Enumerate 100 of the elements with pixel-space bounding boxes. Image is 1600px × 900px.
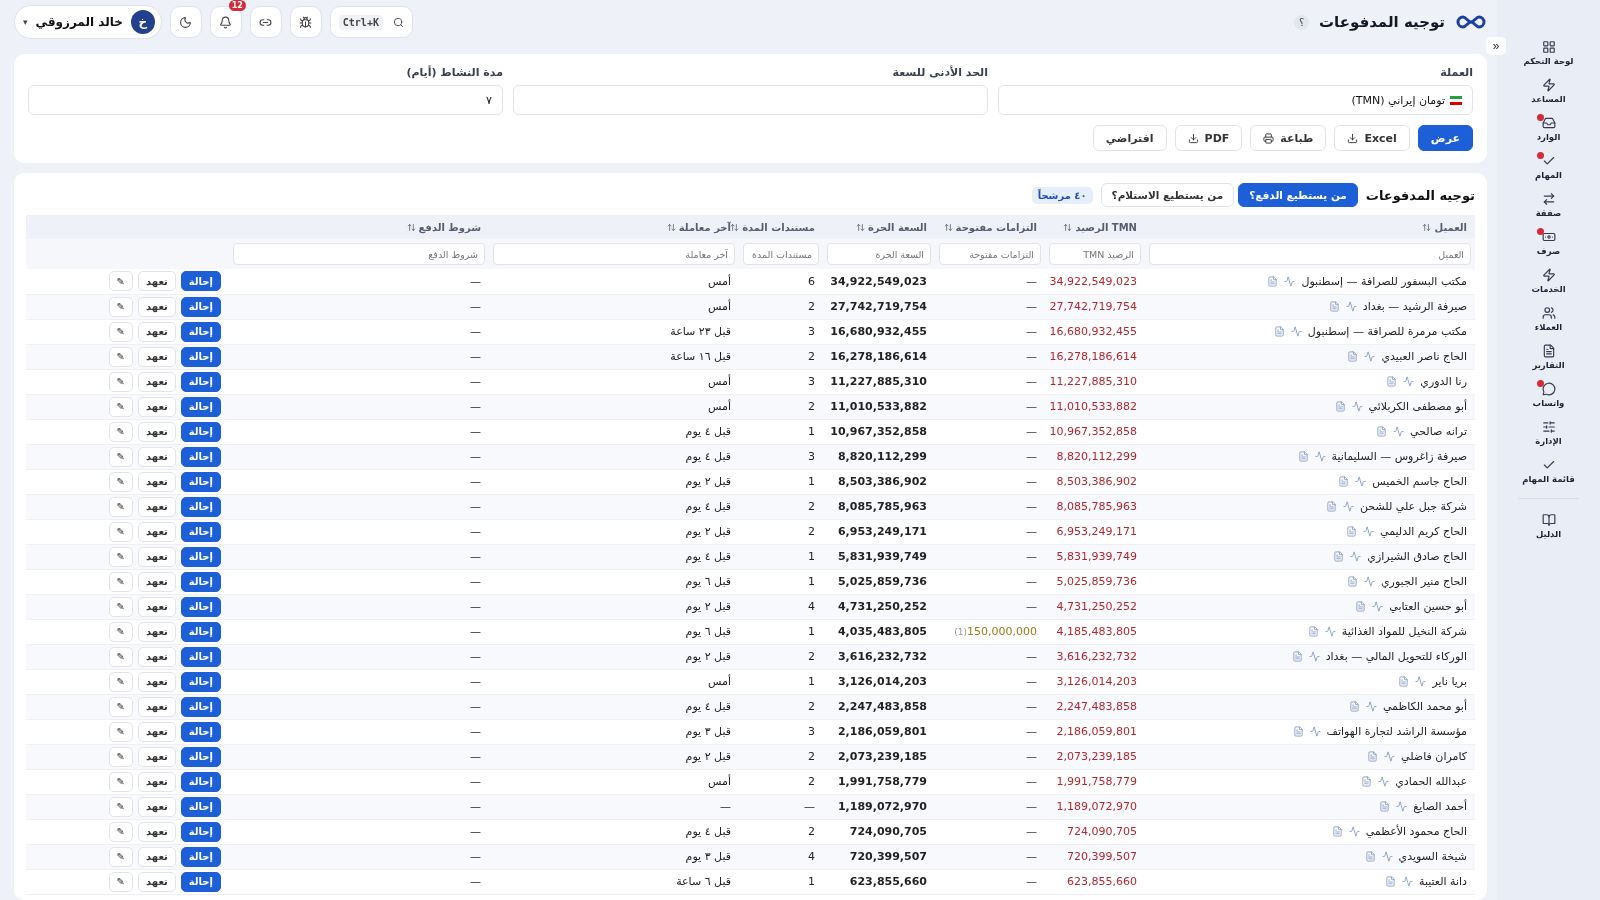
activity-icon[interactable] — [1378, 776, 1390, 787]
refer-button[interactable]: إحالة — [180, 646, 221, 667]
sidebar-item[interactable]: صرف — [1503, 226, 1594, 260]
filter-field[interactable]: آخر معاملة — [493, 243, 735, 265]
activity-icon[interactable] — [1348, 826, 1360, 837]
sidebar-item[interactable]: صفقة — [1503, 188, 1594, 222]
pledge-button[interactable]: تعهد — [138, 271, 176, 292]
activity-icon[interactable] — [1396, 801, 1408, 812]
activity-icon[interactable] — [1365, 701, 1377, 712]
filter-field[interactable]: مستندات المدة — [743, 243, 819, 265]
document-icon[interactable] — [1331, 826, 1343, 837]
refer-button[interactable]: إحالة — [180, 496, 221, 517]
pledge-button[interactable]: تعهد — [138, 346, 176, 367]
document-icon[interactable] — [1333, 551, 1345, 562]
refer-button[interactable]: إحالة — [180, 471, 221, 492]
activity-icon[interactable] — [1384, 751, 1396, 762]
sidebar-item[interactable]: الخدمات — [1503, 264, 1594, 298]
edit-button[interactable]: ✎ — [108, 646, 133, 667]
toolbar-button[interactable]: طباعة — [1250, 125, 1327, 151]
column-header[interactable]: شروط الدفع — [406, 221, 481, 233]
pledge-button[interactable]: تعهد — [138, 646, 176, 667]
edit-button[interactable]: ✎ — [108, 796, 133, 817]
filter-field[interactable]: الرصيد TMN — [1049, 243, 1141, 265]
refer-button[interactable]: إحالة — [180, 296, 221, 317]
sidebar-item[interactable]: الإدارة — [1503, 416, 1594, 450]
pledge-button[interactable]: تعهد — [138, 496, 176, 517]
activity-icon[interactable] — [1314, 451, 1326, 462]
pledge-button[interactable]: تعهد — [138, 296, 176, 317]
document-icon[interactable] — [1307, 626, 1319, 637]
activity-icon[interactable] — [1362, 526, 1374, 537]
edit-button[interactable]: ✎ — [108, 371, 133, 392]
pledge-button[interactable]: تعهد — [138, 471, 176, 492]
activity-icon[interactable] — [1324, 626, 1336, 637]
activity-icon[interactable] — [1402, 876, 1413, 887]
refer-button[interactable]: إحالة — [180, 846, 221, 867]
edit-button[interactable]: ✎ — [108, 321, 133, 342]
edit-button[interactable]: ✎ — [108, 671, 133, 692]
edit-button[interactable]: ✎ — [108, 446, 133, 467]
document-icon[interactable] — [1376, 426, 1388, 437]
document-icon[interactable] — [1385, 876, 1396, 887]
document-icon[interactable] — [1347, 576, 1358, 587]
pledge-button[interactable]: تعهد — [138, 546, 176, 567]
document-icon[interactable] — [1334, 401, 1346, 412]
sidebar-item[interactable]: واتساب — [1503, 378, 1594, 412]
filter-field[interactable]: العميل — [1149, 243, 1471, 265]
help-badge[interactable]: ؟ — [1294, 14, 1310, 30]
document-icon[interactable] — [1297, 451, 1309, 462]
sidebar-item[interactable]: العملاء — [1503, 302, 1594, 336]
edit-button[interactable]: ✎ — [108, 571, 133, 592]
edit-button[interactable]: ✎ — [108, 696, 133, 717]
edit-button[interactable]: ✎ — [108, 871, 133, 892]
refer-button[interactable]: إحالة — [180, 821, 221, 842]
pledge-button[interactable]: تعهد — [138, 321, 176, 342]
pledge-button[interactable]: تعهد — [138, 521, 176, 542]
refer-button[interactable]: إحالة — [180, 796, 221, 817]
edit-button[interactable]: ✎ — [108, 746, 133, 767]
refer-button[interactable]: إحالة — [180, 771, 221, 792]
theme-button[interactable] — [169, 6, 202, 38]
activity-icon[interactable] — [1372, 601, 1384, 612]
pledge-button[interactable]: تعهد — [138, 846, 176, 867]
pledge-button[interactable]: تعهد — [138, 871, 176, 892]
refer-button[interactable]: إحالة — [180, 696, 221, 717]
pledge-button[interactable]: تعهد — [138, 796, 176, 817]
sidebar-item[interactable]: المهام — [1503, 150, 1594, 184]
toolbar-button[interactable]: PDF — [1174, 125, 1243, 151]
column-header[interactable]: مستندات المدة — [730, 221, 815, 233]
activity-icon[interactable] — [1351, 401, 1363, 412]
activity-icon[interactable] — [1364, 351, 1376, 362]
toolbar-button[interactable]: افتراضي — [1092, 125, 1167, 151]
edit-button[interactable]: ✎ — [108, 621, 133, 642]
pledge-button[interactable]: تعهد — [138, 771, 176, 792]
refer-button[interactable]: إحالة — [180, 321, 221, 342]
refer-button[interactable]: إحالة — [180, 621, 221, 642]
user-menu[interactable]: خ خالد المرزوقي ▾ — [14, 5, 162, 39]
column-header[interactable]: العميل — [1422, 221, 1467, 233]
pledge-button[interactable]: تعهد — [138, 571, 176, 592]
activity-icon[interactable] — [1345, 301, 1357, 312]
tab[interactable]: من يستطيع الاستلام؟ — [1100, 183, 1235, 207]
bug-button[interactable] — [289, 6, 322, 38]
search-button[interactable]: Ctrl+K — [329, 6, 413, 38]
edit-button[interactable]: ✎ — [108, 771, 133, 792]
edit-button[interactable]: ✎ — [108, 346, 133, 367]
refer-button[interactable]: إحالة — [180, 371, 221, 392]
edit-button[interactable]: ✎ — [108, 271, 133, 292]
sidebar-item[interactable]: لوحة التحكم — [1503, 36, 1594, 70]
activity-icon[interactable] — [1393, 426, 1405, 437]
document-icon[interactable] — [1398, 676, 1410, 687]
document-icon[interactable] — [1364, 851, 1376, 862]
edit-button[interactable]: ✎ — [108, 471, 133, 492]
edit-button[interactable]: ✎ — [108, 396, 133, 417]
notifications-button[interactable] — [209, 6, 242, 38]
activity-icon[interactable] — [1381, 851, 1393, 862]
document-icon[interactable] — [1355, 601, 1367, 612]
edit-button[interactable]: ✎ — [108, 721, 133, 742]
sidebar-item[interactable]: المساعد — [1503, 74, 1594, 108]
edit-button[interactable]: ✎ — [108, 296, 133, 317]
activity-icon[interactable] — [1309, 726, 1321, 737]
pledge-button[interactable]: تعهد — [138, 446, 176, 467]
activity-icon[interactable] — [1343, 501, 1354, 512]
pledge-button[interactable]: تعهد — [138, 421, 176, 442]
